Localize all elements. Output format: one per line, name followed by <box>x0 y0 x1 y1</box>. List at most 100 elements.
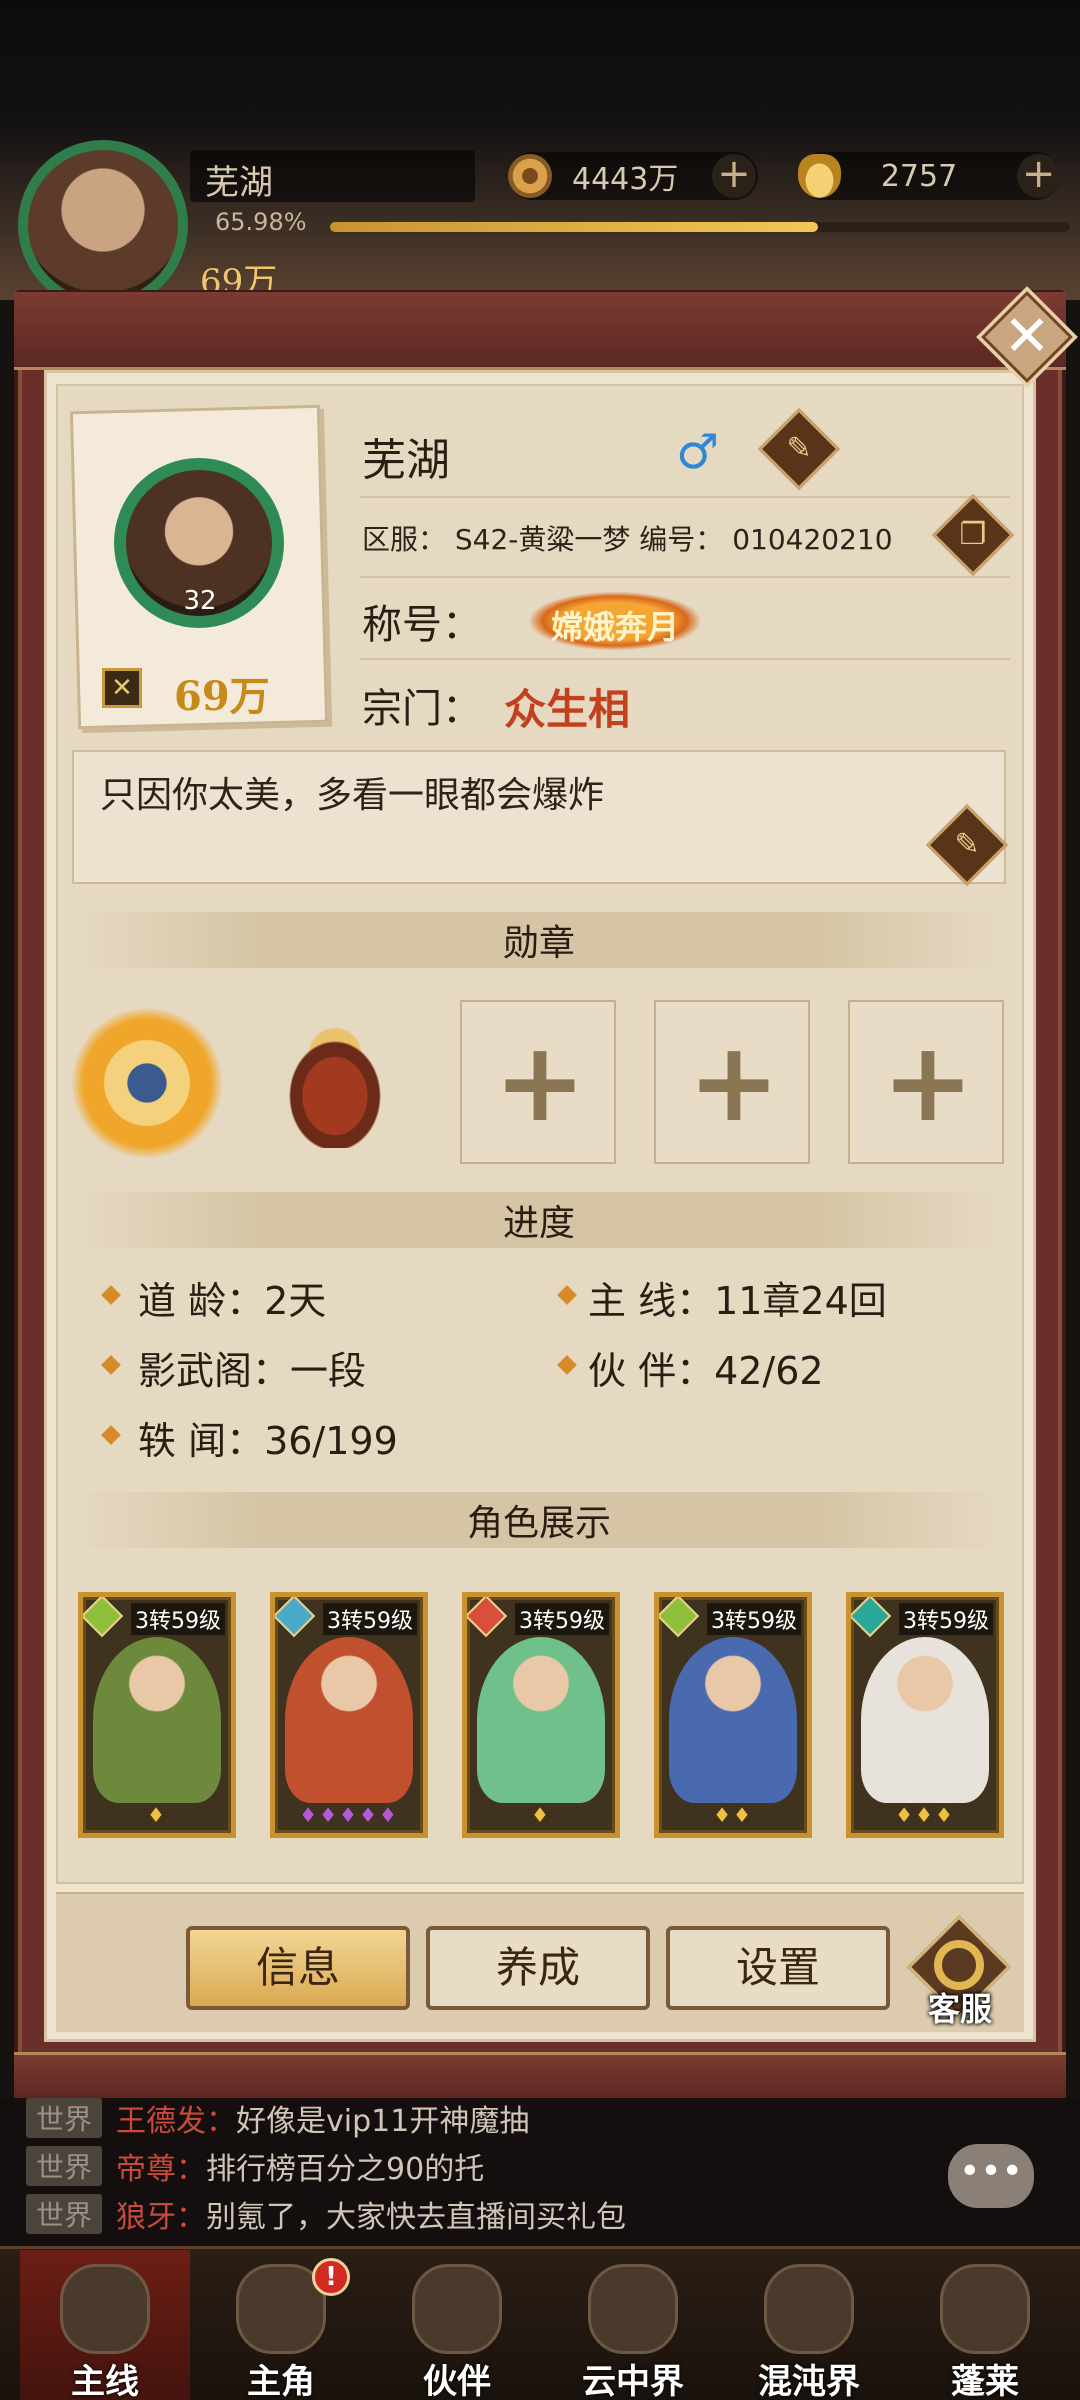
character-card[interactable]: 3转59级 ♦♦♦♦♦ <box>270 1592 428 1838</box>
character-level: 3转59级 <box>899 1603 993 1635</box>
nav-icon <box>588 2264 678 2354</box>
chat-channel: 世界 <box>26 2098 103 2138</box>
close-icon[interactable]: ✕ <box>982 292 1072 382</box>
character-card[interactable]: 3转59级 ♦♦♦ <box>846 1592 1004 1838</box>
nav-label: 蓬莱 <box>951 2362 1019 2400</box>
element-gem-icon <box>659 1597 700 1638</box>
nav-item[interactable]: 伙伴 <box>372 2250 542 2400</box>
nav-item[interactable]: 混沌界 <box>724 2250 894 2400</box>
characters-section-title: 角色展示 <box>466 1503 611 1544</box>
tab-settings[interactable]: 设置 <box>666 1926 890 2010</box>
chat-message: 别氪了，大家快去直播间买礼包 <box>206 2200 627 2235</box>
ingot-resource: 2757 + <box>798 152 1060 200</box>
character-portrait <box>477 1637 605 1803</box>
element-gem-icon <box>83 1597 124 1638</box>
character-stars: ♦ <box>147 1803 167 1827</box>
nav-item[interactable]: 主线 <box>20 2250 190 2400</box>
element-gem-icon <box>851 1597 892 1638</box>
character-stars: ♦ <box>531 1803 551 1827</box>
character-card[interactable]: 3转59级 ♦♦ <box>654 1592 812 1838</box>
power-value: 69万 <box>174 673 270 720</box>
progress-yingwu: 影武阁：一段 <box>138 1349 367 1393</box>
tab-info[interactable]: 信息 <box>186 1926 410 2010</box>
chat-line: 世界 帝尊： 排行榜百分之90的托 <box>26 2144 485 2188</box>
nav-icon <box>412 2264 502 2354</box>
progress-days: 道 龄：2天 <box>138 1279 327 1323</box>
chat-line: 世界 狼牙： 别氪了，大家快去直播间买礼包 <box>26 2192 627 2236</box>
copy-icon: ❐ <box>959 517 987 552</box>
character-stars: ♦♦ <box>713 1803 753 1827</box>
hud-exp-bar <box>330 222 1070 232</box>
add-icon: + <box>881 1018 975 1146</box>
hud-exp-fill <box>330 222 819 232</box>
coin-icon <box>508 154 552 198</box>
treasure-medal-icon[interactable] <box>270 1018 400 1148</box>
panel-bottom-bar <box>14 2052 1066 2098</box>
nav-label: 伙伴 <box>423 2362 491 2400</box>
element-gem-icon <box>467 1597 508 1638</box>
avatar-level: 32 <box>183 586 217 616</box>
medals-section-title: 勋章 <box>502 923 575 964</box>
chat-message: 排行榜百分之90的托 <box>206 2152 485 2187</box>
character-level: 3转59级 <box>131 1603 225 1635</box>
nav-item[interactable]: 云中界 <box>548 2250 718 2400</box>
customer-service-label[interactable]: 客服 <box>912 1984 1008 2030</box>
sect-label: 宗门： <box>362 686 482 732</box>
element-gem-icon <box>275 1597 316 1638</box>
nav-icon <box>940 2264 1030 2354</box>
medal-slot[interactable]: + <box>848 1000 1004 1164</box>
chat-user[interactable]: 狼牙： <box>116 2192 206 2236</box>
hud-player-name: 芜湖 <box>205 163 273 203</box>
sect-name[interactable]: 众生相 <box>504 676 630 737</box>
male-gender-icon: ♂ <box>676 424 720 480</box>
character-portrait <box>285 1637 413 1803</box>
character-card[interactable]: 3转59级 ♦ <box>462 1592 620 1838</box>
add-coin-button[interactable]: + <box>712 154 756 198</box>
character-level: 3转59级 <box>707 1603 801 1635</box>
character-card[interactable]: 3转59级 ♦ <box>78 1592 236 1838</box>
nav-item[interactable]: 蓬莱 <box>900 2250 1070 2400</box>
nav-label: 主角 <box>247 2362 315 2400</box>
brush-icon: ✎ <box>954 827 980 862</box>
chat-channel: 世界 <box>26 2194 103 2234</box>
character-level: 3转59级 <box>515 1603 609 1635</box>
headset-icon <box>934 1940 984 1990</box>
medal-icon[interactable] <box>72 1008 222 1158</box>
player-name: 芜湖 <box>362 435 450 486</box>
progress-main-story: 主 线：11章24回 <box>588 1279 887 1323</box>
nav-icon <box>60 2264 150 2354</box>
add-icon: + <box>493 1018 587 1146</box>
panel-top-bar <box>14 292 1066 370</box>
chat-user[interactable]: 帝尊： <box>116 2144 206 2188</box>
hud-exp-percent: 65.98% <box>215 208 307 236</box>
character-stars: ♦♦♦ <box>895 1803 955 1827</box>
character-stars: ♦♦♦♦♦ <box>299 1803 399 1827</box>
chat-channel: 世界 <box>26 2146 103 2186</box>
medal-slot[interactable]: + <box>460 1000 616 1164</box>
progress-section-title: 进度 <box>502 1203 575 1244</box>
chat-message: 好像是vip11开神魔抽 <box>236 2104 530 2139</box>
chat-bubble-icon[interactable]: ••• <box>948 2144 1034 2208</box>
ingot-value: 2757 <box>880 158 958 194</box>
nav-label: 混沌界 <box>758 2362 860 2400</box>
coin-resource: 4443万 + <box>508 152 758 200</box>
chat-line: 世界 王德发： 好像是vip11开神魔抽 <box>26 2096 530 2140</box>
alert-badge: ! <box>312 2258 350 2296</box>
title-badge-text: 嫦娥奔月 <box>550 608 679 646</box>
character-portrait <box>93 1637 221 1803</box>
add-icon: + <box>687 1018 781 1146</box>
player-avatar[interactable] <box>18 140 188 310</box>
tab-develop[interactable]: 养成 <box>426 1926 650 2010</box>
chat-user[interactable]: 王德发： <box>116 2096 236 2140</box>
character-portrait <box>669 1637 797 1803</box>
server-info: 区服： S42-黄粱一梦 编号： 010420210 <box>362 523 893 556</box>
medal-slot[interactable]: + <box>654 1000 810 1164</box>
character-level: 3转59级 <box>323 1603 417 1635</box>
progress-partners: 伙 伴：42/62 <box>588 1349 824 1393</box>
nav-label: 云中界 <box>582 2362 684 2400</box>
nav-icon <box>764 2264 854 2354</box>
title-label: 称号： <box>362 602 482 648</box>
progress-anecdotes: 轶 闻：36/199 <box>138 1419 398 1463</box>
add-ingot-button[interactable]: + <box>1017 154 1060 198</box>
coin-value: 4443万 <box>572 162 679 197</box>
